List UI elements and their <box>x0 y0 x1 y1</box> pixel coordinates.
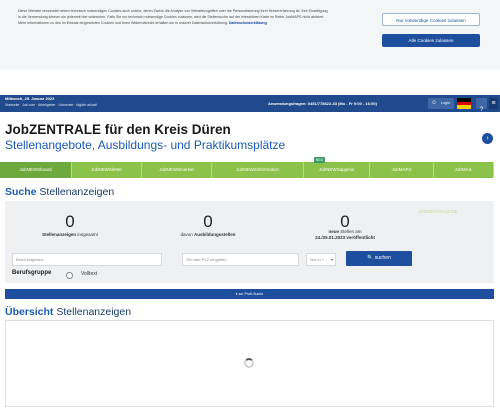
radius-select[interactable]: Nur in + ▾ <box>306 253 336 266</box>
tab-jobnewsboard[interactable]: JobNEWSboard <box>0 162 72 178</box>
volltext-label[interactable]: Volltext <box>81 271 97 277</box>
privacy-link[interactable]: Datenschutzerklärung <box>229 21 267 25</box>
volltext-radio[interactable] <box>66 272 73 279</box>
search-icon: 🔍 <box>367 255 374 261</box>
cookie-body: Diese Website verwendet neben technisch … <box>18 9 328 26</box>
search-title-rest: Stellenanzeigen <box>36 186 115 198</box>
count-label-bold: Stellenanzeigen <box>42 232 77 237</box>
user-icon: ☺ <box>431 100 438 106</box>
search-title-bold: Suche <box>5 186 37 198</box>
count-label-bold: neue <box>328 229 339 234</box>
overview-title-rest: Stellenanzeigen <box>53 306 132 318</box>
training-count-label: davon Ausbildungsstellen <box>158 232 258 238</box>
help-button[interactable]: ? <box>476 98 487 113</box>
overview-section-title: Übersicht Stellenanzeigen <box>5 306 131 318</box>
radius-value: Nur in + <box>310 257 325 262</box>
search-section-title: Suche Stellenanzeigen <box>5 186 114 198</box>
help-icon: ? <box>479 107 484 113</box>
chevron-right-icon[interactable]: › <box>482 133 493 144</box>
total-count: 0 <box>65 212 75 231</box>
login-label: Login <box>441 101 450 105</box>
count-label-date: 24./25.01.2023 veröffentlicht <box>315 235 375 240</box>
berufsgruppe-label[interactable]: Berufsgruppe <box>12 270 51 276</box>
count-label-rest: insgesamt <box>76 232 98 237</box>
top-subnav[interactable]: Startseite · Job.com · Arbeitgeber · Job… <box>5 103 97 107</box>
page-title: JobZENTRALE für den Kreis Düren <box>5 122 231 137</box>
menu-icon[interactable]: ≡ <box>489 98 498 109</box>
german-flag-icon[interactable] <box>457 98 471 109</box>
flag-stripe <box>457 105 471 109</box>
count-label-rest: davon <box>180 232 194 237</box>
tab-jobnewsletter[interactable]: JobNEWSletter <box>72 162 142 178</box>
loading-spinner-icon <box>244 358 254 368</box>
top-bar: Mittwoch, 25. Januar 2023 Startseite · J… <box>0 95 500 113</box>
necessary-cookies-button[interactable]: Nur notwendige Cookies zulassen <box>382 13 480 26</box>
new-badge: NEU <box>314 157 325 163</box>
cookie-banner: Diese Website verwendet neben technisch … <box>0 0 500 70</box>
count-label-rest: Stellen am <box>339 229 362 234</box>
search-button[interactable]: 🔍 suchen <box>346 251 412 266</box>
job-input[interactable]: Beruf eingeben <box>12 253 162 266</box>
new-count-label: neue Stellen am 24./25.01.2023 veröffentl… <box>295 229 395 241</box>
tab-jobnewsinformation[interactable]: JobNEWSinformation <box>212 162 304 178</box>
accept-all-cookies-button[interactable]: Alle Cookies zulassen <box>382 34 480 47</box>
logo-watermark: JOBZENTRALE.DE <box>418 209 458 214</box>
training-count: 0 <box>203 212 213 231</box>
page-subtitle: Stellenangebote, Ausbildungs- und Prakti… <box>5 138 286 152</box>
tab-jobnewsappmix[interactable]: JobNEWSappmix <box>304 162 370 178</box>
tab-jobmail[interactable]: JobMAIL <box>434 162 494 178</box>
count-label-bold: Ausbildungsstellen <box>194 232 236 237</box>
cookie-text: Diese Website verwendet neben technisch … <box>18 8 330 26</box>
overview-title-bold: Übersicht <box>5 306 54 318</box>
main-nav: JobNEWSboard JobNEWSletter JobNEWSmarket… <box>0 162 494 178</box>
login-button[interactable]: ☺ Login <box>428 98 454 109</box>
current-date: Mittwoch, 25. Januar 2023 <box>5 96 55 101</box>
location-input[interactable]: Ort oder PLZ eingeben <box>182 253 299 266</box>
tab-jobnewsmarket[interactable]: JobNEWSmarket <box>142 162 212 178</box>
advanced-search-toggle[interactable]: ▾ zur Profi-Suche <box>5 289 494 299</box>
tab-jobmaps[interactable]: JobMAPS <box>370 162 434 178</box>
total-count-label: Stellenanzeigen insgesamt <box>20 232 120 238</box>
chevron-down-icon: ▾ <box>330 257 333 262</box>
hotline-text: Anwendungsfragen: 0451/778622-33 (Mo - F… <box>268 101 377 106</box>
search-button-label: suchen <box>374 255 391 261</box>
